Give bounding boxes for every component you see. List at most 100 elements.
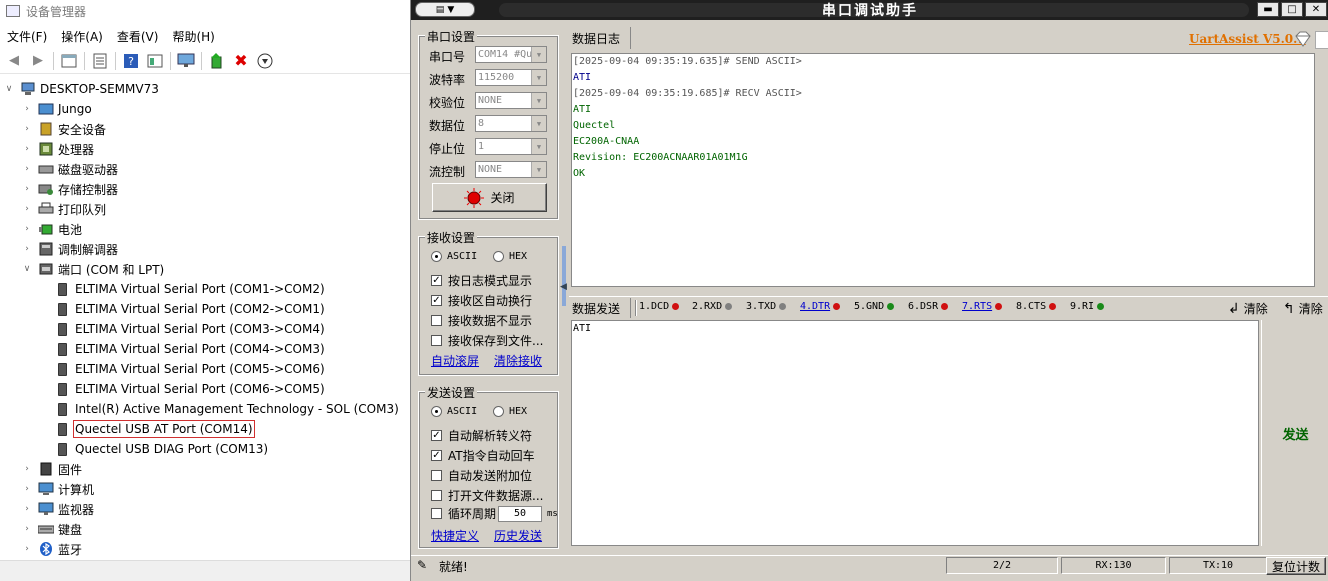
collapse-arrow-icon[interactable]: ◀ [560, 282, 567, 292]
chevron-down-icon[interactable]: ∨ [4, 84, 14, 94]
recv-option-checkbox[interactable]: ✓ 按日志模式显示 [431, 272, 532, 289]
tree-category-bluetooth[interactable]: › 蓝牙 [22, 539, 82, 559]
send-hex-radio[interactable]: HEX [493, 406, 527, 417]
close-window-button[interactable]: ✕ [1305, 2, 1327, 17]
menu-view[interactable]: 查看(V) [110, 28, 166, 45]
signal-dtr[interactable]: 4.DTR [800, 301, 841, 312]
show-hide-tree-icon[interactable] [59, 51, 79, 71]
tree-port-item[interactable]: ELTIMA Virtual Serial Port (COM1->COM2) [58, 279, 325, 299]
tree-category-battery[interactable]: › 电池 [22, 219, 82, 239]
send-option-checkbox[interactable]: 自动发送附加位 [431, 467, 532, 484]
quick-define-link[interactable]: 快捷定义 [431, 527, 479, 544]
reset-count-button[interactable]: 复位计数 [1266, 557, 1326, 575]
chevron-right-icon[interactable]: › [22, 484, 32, 494]
tree-category-jungo[interactable]: › Jungo [22, 99, 92, 119]
tree-port-item[interactable]: ELTIMA Virtual Serial Port (COM2->COM1) [58, 299, 325, 319]
tree-port-item[interactable]: Quectel USB DIAG Port (COM13) [58, 439, 268, 459]
tree-category-label: 调制解调器 [58, 242, 119, 257]
download-circle-icon[interactable] [255, 51, 275, 71]
signal-rts[interactable]: 7.RTS [962, 301, 1003, 312]
menu-help[interactable]: 帮助(H) [165, 28, 221, 45]
flow-select[interactable]: NONE ▼ [475, 161, 547, 178]
tree-category-disk[interactable]: › 磁盘驱动器 [22, 159, 118, 179]
forward-arrow-icon[interactable]: ▶ [28, 51, 48, 71]
tree-root[interactable]: ∨ DESKTOP-SEMMV73 [4, 79, 159, 99]
tree-category-monitor[interactable]: › 监视器 [22, 499, 94, 519]
recv-hex-radio[interactable]: HEX [493, 251, 527, 262]
chevron-right-icon[interactable]: › [22, 464, 32, 474]
chevron-right-icon[interactable]: › [22, 184, 32, 194]
clear-log-button[interactable]: ↲ 清除 [1228, 300, 1268, 317]
baud-select[interactable]: 115200 ▼ [475, 69, 547, 86]
system-menu-button[interactable]: ▤ ▼ [415, 2, 475, 17]
send-option-checkbox[interactable]: 打开文件数据源... [431, 487, 543, 504]
tree-category-modem[interactable]: › 调制解调器 [22, 239, 118, 259]
chevron-right-icon[interactable]: › [22, 244, 32, 254]
recv-option-checkbox[interactable]: 接收保存到文件... [431, 332, 543, 349]
tree-category-ports[interactable]: ∨ 端口 (COM 和 LPT) [22, 259, 165, 279]
chevron-right-icon[interactable]: › [22, 224, 32, 234]
update-driver-icon[interactable] [207, 51, 227, 71]
loop-period-input[interactable]: 50 [498, 505, 543, 522]
recv-option-checkbox[interactable]: 接收数据不显示 [431, 312, 532, 329]
tree-port-item[interactable]: ELTIMA Virtual Serial Port (COM4->COM3) [58, 339, 325, 359]
view-icon[interactable] [145, 51, 165, 71]
chevron-right-icon[interactable]: › [22, 204, 32, 214]
chevron-right-icon[interactable]: › [22, 524, 32, 534]
tree-category-firmware[interactable]: › 固件 [22, 459, 82, 479]
send-option-checkbox[interactable]: ✓ 自动解析转义符 [431, 427, 532, 444]
parity-select[interactable]: NONE ▼ [475, 92, 547, 109]
chevron-right-icon[interactable]: › [22, 544, 32, 554]
chevron-down-icon: ▼ [531, 93, 546, 108]
uninstall-x-icon[interactable]: ✖ [231, 51, 251, 71]
chevron-right-icon[interactable]: › [22, 144, 32, 154]
chevron-right-icon[interactable]: › [22, 164, 32, 174]
databits-select[interactable]: 8 ▼ [475, 115, 547, 132]
auto-scroll-link[interactable]: 自动滚屏 [431, 352, 479, 369]
history-send-link[interactable]: 历史发送 [494, 527, 542, 544]
send-option-checkbox[interactable]: ✓ AT指令自动回车 [431, 447, 535, 464]
chevron-down-icon[interactable]: ∨ [22, 264, 32, 274]
panel-splitter[interactable] [562, 246, 566, 306]
minimize-button[interactable]: ▬ [1257, 2, 1279, 17]
tree-category-computer[interactable]: › 计算机 [22, 479, 94, 499]
port-category-icon [38, 262, 54, 276]
clear-send-button[interactable]: ↰ 清除 [1283, 300, 1323, 317]
properties-icon[interactable] [90, 51, 110, 71]
menu-action[interactable]: 操作(A) [54, 28, 110, 45]
brand-link[interactable]: UartAssist V5.0.1 [1189, 32, 1306, 46]
tree-port-item[interactable]: Intel(R) Active Management Technology - … [58, 399, 399, 419]
send-tab[interactable]: 数据发送 [569, 298, 631, 318]
tree-port-item-selected[interactable]: Quectel USB AT Port (COM14) [58, 419, 255, 439]
tree-port-item[interactable]: ELTIMA Virtual Serial Port (COM3->COM4) [58, 319, 325, 339]
clear-receive-link[interactable]: 清除接收 [494, 352, 542, 369]
monitor-icon[interactable] [176, 51, 196, 71]
help-icon[interactable]: ? [121, 51, 141, 71]
tree-category-keyboard[interactable]: › 键盘 [22, 519, 82, 539]
back-arrow-icon[interactable]: ◀ [4, 51, 24, 71]
diamond-icon[interactable] [1294, 31, 1312, 50]
send-ascii-radio[interactable]: ASCII [431, 406, 477, 417]
loop-period-checkbox[interactable]: 循环周期 50 ms [431, 505, 558, 522]
menu-file[interactable]: 文件(F) [0, 28, 54, 45]
recv-option-checkbox[interactable]: ✓ 接收区自动换行 [431, 292, 532, 309]
signal-led-icon [887, 303, 895, 310]
tree-category-print-queue[interactable]: › 打印队列 [22, 199, 106, 219]
stopbits-select[interactable]: 1 ▼ [475, 138, 547, 155]
send-button[interactable]: 发送 [1261, 320, 1328, 546]
tree-port-item[interactable]: ELTIMA Virtual Serial Port (COM6->COM5) [58, 379, 325, 399]
tree-category-storage[interactable]: › 存储控制器 [22, 179, 118, 199]
maximize-button[interactable]: □ [1281, 2, 1303, 17]
chevron-right-icon[interactable]: › [22, 504, 32, 514]
recv-ascii-radio[interactable]: ASCII [431, 251, 477, 262]
send-input-area[interactable]: ATI [571, 320, 1259, 546]
port-select[interactable]: COM14 #Qu ▼ [475, 46, 547, 63]
tree-port-item[interactable]: ELTIMA Virtual Serial Port (COM5->COM6) [58, 359, 325, 379]
chevron-right-icon[interactable]: › [22, 124, 32, 134]
chevron-right-icon[interactable]: › [22, 104, 32, 114]
receive-log-area[interactable]: [2025-09-04 09:35:19.635]# SEND ASCII> AT… [571, 53, 1315, 287]
tree-category-processor[interactable]: › 处理器 [22, 139, 94, 159]
tree-category-security[interactable]: › 安全设备 [22, 119, 106, 139]
log-tab[interactable]: 数据日志 [569, 27, 631, 49]
close-port-button[interactable]: 关闭 [432, 183, 547, 212]
